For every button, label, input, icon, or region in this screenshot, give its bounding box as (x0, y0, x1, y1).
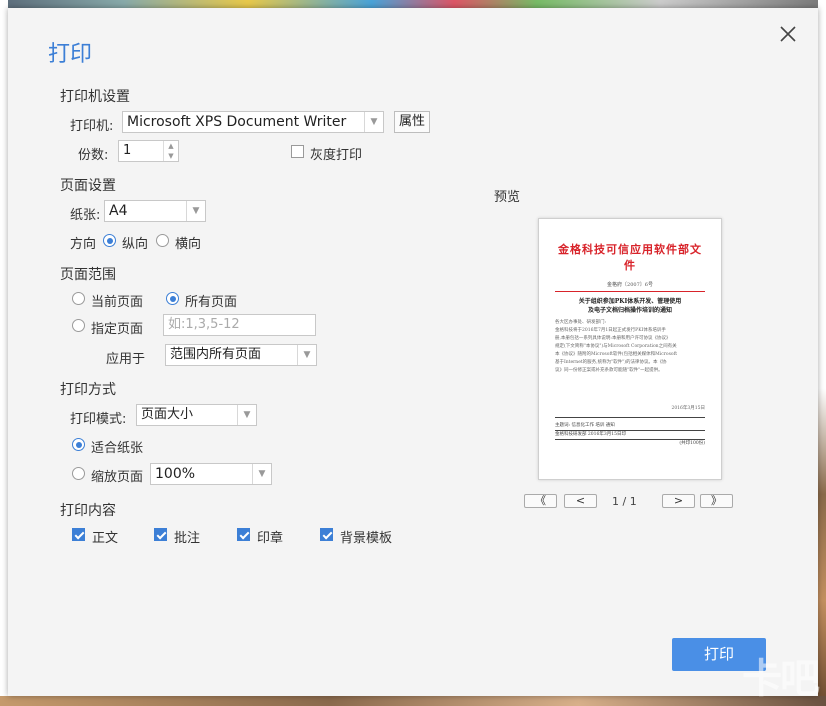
scale-select[interactable]: 100% ▼ (150, 463, 272, 485)
preview-doc-heading-2: 及电子文档归档操作培训的通知 (587, 307, 672, 314)
content-background-checkbox[interactable] (320, 528, 333, 541)
content-annotation-label: 批注 (174, 531, 201, 546)
print-mode-heading: 打印方式 (60, 382, 116, 398)
desktop-background-bottom (0, 696, 826, 706)
dialog-title: 打印 (48, 42, 93, 67)
current-page-label: 当前页面 (91, 295, 144, 310)
preview-doc-heading-1: 关于组织参加PKI体系开发、管理使用 (578, 298, 682, 305)
preview-doc-date: 2016年3月15日 (671, 406, 705, 411)
print-mode-select-value: 页面大小 (141, 407, 194, 422)
preview-doc-line: 册,本册包括一系列具体说明:本册和用户许可协议《协议》 (555, 336, 671, 341)
preview-doc-footer-2: 金格科技研发部 2016年3月15日印 (555, 432, 626, 437)
specify-pages-label: 指定页面 (91, 322, 144, 337)
printer-select-value: Microsoft XPS Document Writer (127, 114, 347, 130)
preview-page: 金格科技可信应用软件部文件 金格府〔2007〕6号 关于组织参加PKI体系开发、… (538, 218, 722, 480)
desktop-background-right (818, 0, 826, 706)
content-seal-checkbox[interactable] (237, 528, 250, 541)
specify-pages-radio[interactable] (72, 319, 85, 332)
portrait-radio[interactable] (103, 234, 116, 247)
paper-select-value: A4 (109, 203, 128, 219)
first-page-button[interactable]: 《 (524, 494, 557, 508)
preview-doc-body: 各大区办事处、研发部门: 金格科技将于2016年7月1日起正式发行PKI体系培训… (555, 319, 705, 375)
orientation-label: 方向 (70, 237, 97, 252)
content-body-checkbox[interactable] (72, 528, 85, 541)
printer-settings-heading: 打印机设置 (60, 89, 130, 105)
landscape-label: 横向 (175, 237, 202, 252)
preview-doc-line: 本《协议》随附的Microsoft软件(包括相关媒体和Microsoft (555, 352, 678, 357)
page-indicator: 1 / 1 (612, 495, 637, 508)
spin-up-icon[interactable]: ▲ (164, 141, 178, 151)
preview-doc-footer-3: (共印100份) (679, 441, 705, 446)
grayscale-checkbox[interactable] (291, 145, 304, 158)
scale-page-radio[interactable] (72, 467, 85, 480)
chevron-down-icon: ▼ (186, 201, 205, 221)
preview-document: 金格科技可信应用软件部文件 金格府〔2007〕6号 关于组织参加PKI体系开发、… (555, 241, 705, 448)
preview-doc-line: 议》同一份修正案或补充条款可能随"软件"一起提供。 (555, 368, 663, 373)
all-pages-radio[interactable] (166, 292, 179, 305)
current-page-radio[interactable] (72, 292, 85, 305)
print-button[interactable]: 打印 (672, 638, 766, 671)
copies-spin-buttons[interactable]: ▲ ▼ (163, 141, 178, 161)
preview-doc-line: 金格科技将于2016年7月1日起正式发行PKI体系培训手 (555, 328, 666, 333)
chevron-down-icon: ▼ (237, 405, 256, 425)
content-background-label: 背景模板 (340, 531, 393, 546)
print-dialog: 打印 打印机设置 打印机: Microsoft XPS Document Wri… (8, 8, 818, 696)
printer-label: 打印机: (70, 119, 114, 134)
content-annotation-checkbox[interactable] (154, 528, 167, 541)
portrait-label: 纵向 (122, 237, 149, 252)
print-content-heading: 打印内容 (60, 503, 116, 519)
desktop-background-left (0, 0, 8, 706)
specify-pages-input[interactable]: 如:1,3,5-12 (163, 314, 316, 336)
landscape-radio[interactable] (156, 234, 169, 247)
preview-doc-line: 规定(下文简称"本协议")与Microsoft Corporation之间有关 (555, 344, 677, 349)
fit-paper-label: 适合纸张 (91, 441, 144, 456)
last-page-button[interactable]: 》 (700, 494, 733, 508)
apply-to-label: 应用于 (106, 352, 146, 367)
page-range-heading: 页面范围 (60, 267, 116, 283)
chevron-down-icon: ▼ (364, 112, 383, 132)
paper-select[interactable]: A4 ▼ (104, 200, 206, 222)
printer-select[interactable]: Microsoft XPS Document Writer ▼ (122, 111, 384, 133)
preview-doc-rule (555, 417, 705, 418)
scale-page-label: 缩放页面 (91, 470, 144, 485)
copies-label: 份数: (78, 148, 109, 163)
page-settings-heading: 页面设置 (60, 178, 116, 194)
next-page-button[interactable]: > (662, 494, 695, 508)
spin-down-icon[interactable]: ▼ (164, 151, 178, 161)
paper-label: 纸张: (70, 208, 101, 223)
desktop-background-top (0, 0, 826, 8)
grayscale-label: 灰度打印 (310, 148, 363, 163)
preview-doc-number: 金格府〔2007〕6号 (607, 282, 653, 288)
prev-page-button[interactable]: < (564, 494, 597, 508)
apply-to-select-value: 范围内所有页面 (170, 347, 262, 362)
preview-doc-line: 各大区办事处、研发部门: (555, 320, 607, 325)
copies-stepper[interactable]: 1 ▲ ▼ (118, 140, 179, 162)
all-pages-label: 所有页面 (185, 295, 238, 310)
preview-doc-line: 基于Internet的服务,统称为"软件")的法律协议。本《协 (555, 360, 667, 365)
print-mode-select[interactable]: 页面大小 ▼ (136, 404, 257, 426)
preview-doc-title: 金格科技可信应用软件部文件 (558, 243, 702, 272)
preview-doc-footer-1: 主题词: 信息化工作 培训 通知 (555, 423, 615, 428)
chevron-down-icon: ▼ (297, 345, 316, 365)
content-seal-label: 印章 (257, 531, 284, 546)
properties-button[interactable]: 属性 (394, 111, 430, 133)
content-body-label: 正文 (92, 531, 119, 546)
fit-paper-radio[interactable] (72, 438, 85, 451)
chevron-down-icon: ▼ (252, 464, 271, 484)
apply-to-select[interactable]: 范围内所有页面 ▼ (165, 344, 317, 366)
close-icon[interactable] (778, 24, 798, 44)
preview-label: 预览 (494, 190, 521, 205)
print-mode-label: 打印模式: (70, 412, 127, 427)
preview-red-rule (555, 291, 705, 292)
scale-select-value: 100% (155, 466, 196, 482)
copies-value: 1 (123, 143, 132, 158)
